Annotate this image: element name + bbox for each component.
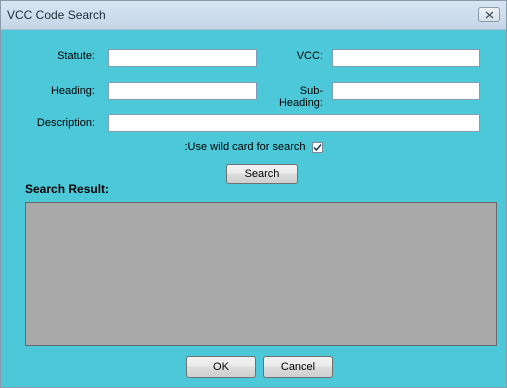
- vcc-input[interactable]: [332, 49, 480, 67]
- search-results-grid[interactable]: [25, 202, 497, 346]
- search-result-title: Search Result:: [25, 182, 110, 196]
- statute-input[interactable]: [108, 49, 257, 67]
- wildcard-label: :Use wild card for search: [184, 141, 306, 153]
- heading-input[interactable]: [108, 82, 257, 100]
- window-title: VCC Code Search: [7, 8, 106, 22]
- checkmark-icon: [312, 143, 322, 151]
- cancel-button[interactable]: Cancel: [263, 356, 333, 378]
- statute-label: Statute:: [57, 50, 95, 62]
- subheading-input[interactable]: [332, 82, 480, 100]
- description-label: Description:: [36, 117, 95, 129]
- vcc-label: VCC:: [296, 50, 323, 62]
- close-button[interactable]: [478, 7, 500, 22]
- close-icon: [485, 10, 493, 19]
- wildcard-checkbox[interactable]: [311, 141, 323, 153]
- vcc-code-search-dialog: VCC Code Search Statute: VCC: Heading: S…: [0, 0, 507, 388]
- wildcard-option: :Use wild card for search: [1, 141, 506, 153]
- description-input[interactable]: [108, 114, 480, 132]
- dialog-body: Statute: VCC: Heading: Sub-Heading: Desc…: [1, 30, 506, 387]
- title-bar: VCC Code Search: [1, 1, 506, 30]
- search-button[interactable]: Search: [226, 164, 298, 184]
- ok-button[interactable]: OK: [186, 356, 256, 378]
- heading-label: Heading:: [50, 85, 95, 97]
- subheading-label: Sub-Heading:: [278, 85, 323, 109]
